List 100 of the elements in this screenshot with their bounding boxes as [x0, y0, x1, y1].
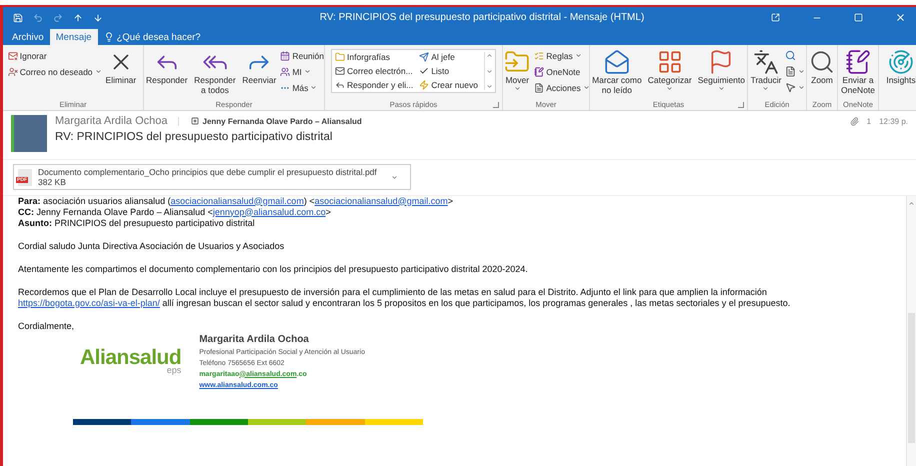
checkmark-icon	[419, 66, 430, 76]
undo-icon[interactable]	[33, 12, 43, 22]
ribbon-button[interactable]: Más	[280, 81, 324, 94]
open-envelope-icon	[604, 49, 630, 75]
ribbon-tab[interactable]: Mensaje	[50, 29, 98, 45]
header-line: CC: Jenny Fernanda Olave Pardo – Aliansalud <jennyop@aliansalud.com.co>	[18, 206, 332, 218]
ribbon-button[interactable]: MI	[280, 65, 324, 78]
ribbon-button[interactable]: Seguimiento	[696, 49, 747, 92]
body-text: Cordialmente,	[18, 320, 76, 332]
ribbon-button[interactable]	[785, 65, 806, 78]
ribbon-button[interactable]: Responder a todos	[192, 49, 238, 96]
caret-icon[interactable]	[391, 174, 398, 180]
envelope-icon	[335, 66, 346, 76]
user-block-icon	[8, 66, 18, 76]
close-icon[interactable]	[895, 12, 906, 23]
ribbon-button[interactable]: Crear nuevo	[419, 79, 478, 90]
search-icon	[785, 50, 796, 61]
notebook-icon	[534, 66, 544, 76]
caret-icon	[310, 84, 318, 91]
document-icon	[785, 66, 796, 77]
ribbon-button[interactable]: Enviar a OneNote	[838, 49, 878, 96]
message-subject: RV: PRINCIPIOS del presupuesto participativo distrital	[55, 131, 334, 143]
header-line: Asunto: PRINCIPIOS del presupuesto participativo distrital	[18, 218, 256, 228]
caret-icon	[582, 84, 590, 91]
body-text: Recordemos que el Plan de Desarrollo Local incluye el presupuesto de inversión para el cumplimiento de las metas en salud para el Distrito. Adjunto el link para que amplien la información	[18, 286, 768, 298]
logo: Aliansalud eps	[80, 346, 182, 374]
header-line: Para: asociación usuarios aliansalud (asociacionaliansalud@gmail.com) <asociacionaliansalud@gmail.com>	[18, 196, 454, 206]
folder-icon	[335, 52, 346, 62]
scroll-up-icon[interactable]	[908, 200, 915, 206]
ribbon-button[interactable]: Insights	[884, 49, 916, 86]
rules-icon	[534, 50, 544, 60]
envelope-x-icon	[8, 50, 18, 60]
caret-icon	[94, 68, 102, 75]
tell-me-field[interactable]: ¿Qué desea hacer?	[104, 29, 201, 45]
caret-icon	[666, 85, 674, 92]
ribbon-button[interactable]: Responder	[144, 49, 190, 86]
color-grid-icon	[656, 49, 683, 75]
save-icon[interactable]	[13, 12, 23, 22]
caret-icon	[514, 85, 521, 92]
expand-icon	[190, 117, 198, 125]
email-link[interactable]: https://bogota.gov.co/asi-va-el-plan/	[18, 298, 160, 308]
caret-icon	[798, 68, 806, 75]
ribbon-button[interactable]: Correo electrón...	[335, 66, 414, 76]
ribbon-button[interactable]: Traducir	[748, 49, 784, 92]
maximize-icon[interactable]	[854, 13, 863, 22]
ribbon-button[interactable]: Categorizar	[646, 49, 694, 92]
ribbon-button[interactable]: Correo no deseado	[8, 65, 102, 78]
paperclip-icon	[850, 116, 859, 126]
attachment-name: Documento complementario_Ocho principios que debe cumplir el presupuesto distrital.pdf	[38, 167, 378, 177]
body-text: https://bogota.gov.co/asi-va-el-plan/ allí ingresan buscan el sector salud y encontraran los 5 propositos en los que participamos, los programas generales , las metas sectoriales y el presupuesto.	[18, 298, 792, 308]
translate-icon	[752, 49, 779, 75]
document-icon	[534, 82, 544, 92]
message-time: 12:39 p.	[879, 116, 908, 126]
ribbon-button[interactable]: Marcar como no leído	[590, 49, 644, 96]
scroll-up-icon[interactable]	[486, 52, 494, 59]
caret-icon	[718, 85, 725, 92]
spiral-icon	[888, 49, 914, 75]
ribbon-button[interactable]: Responder y eli...	[335, 79, 414, 90]
scrollbar[interactable]	[906, 196, 916, 466]
ribbon-button[interactable]: Listo	[419, 66, 478, 76]
ribbon-button[interactable]: Acciones	[534, 81, 590, 94]
caret-icon	[574, 52, 582, 59]
dialog-launcher-icon[interactable]	[493, 102, 499, 108]
down-arrow-icon[interactable]	[93, 12, 103, 22]
caret-icon	[304, 68, 311, 75]
ribbon-button[interactable]: Reenviar	[240, 49, 278, 86]
caret-icon	[762, 85, 770, 92]
ribbon-button[interactable]: Al jefe	[419, 52, 478, 63]
body-text: Atentamente les compartimos el documento complementario con los principios del presupuesto participativo distrital 2020-2024.	[18, 264, 529, 274]
email-link[interactable]: jennyop@aliansalud.com.co	[212, 206, 326, 216]
people-icon	[280, 66, 290, 76]
ribbon-button[interactable]: Reglas	[534, 49, 590, 62]
send-icon	[419, 52, 430, 62]
ribbon-button[interactable]: OneNote	[534, 65, 590, 78]
dialog-launcher-icon[interactable]	[738, 102, 744, 108]
body-text: Cordial saludo Junta Directiva Asociación de Usuarios y Asociados	[18, 240, 286, 252]
redo-icon[interactable]	[53, 12, 63, 22]
window-title: RV: PRINCIPIOS del presupuesto participativo distrital - Mensaje (HTML)	[318, 12, 646, 23]
attachment-size: 382 KB	[38, 177, 67, 187]
ribbon-button[interactable]: Reunión	[280, 49, 324, 62]
email-link[interactable]: asociacionaliansalud@gmail.com	[170, 196, 304, 206]
ribbon-button[interactable]	[785, 81, 806, 94]
attachment-count: 1	[866, 116, 872, 126]
envelope-reply-icon	[335, 80, 346, 90]
email-link[interactable]: asociacionaliansalud@gmail.com	[314, 196, 448, 206]
ribbon-button[interactable]: Inforgrafías	[335, 52, 414, 63]
scroll-down-icon[interactable]	[486, 68, 494, 74]
lightbulb-icon	[104, 32, 114, 42]
pointer-icon	[785, 82, 796, 93]
ribbon-button[interactable]: Eliminar	[104, 49, 138, 86]
ribbon-button[interactable]: Mover	[502, 49, 532, 92]
ribbon-tab[interactable]: Archivo	[6, 29, 50, 45]
lightning-icon	[419, 80, 430, 90]
sender-name: Margarita Ardila Ochoa	[55, 115, 168, 127]
ribbon-button[interactable]: Zoom	[807, 49, 837, 86]
caret-icon	[798, 84, 806, 91]
photo-placeholder	[11, 115, 47, 152]
up-arrow-icon[interactable]	[73, 12, 83, 22]
recipient-name[interactable]: Jenny Fernanda Olave Pardo – Aliansalud	[178, 116, 362, 126]
ribbon-button[interactable]: Ignorar	[8, 49, 102, 62]
